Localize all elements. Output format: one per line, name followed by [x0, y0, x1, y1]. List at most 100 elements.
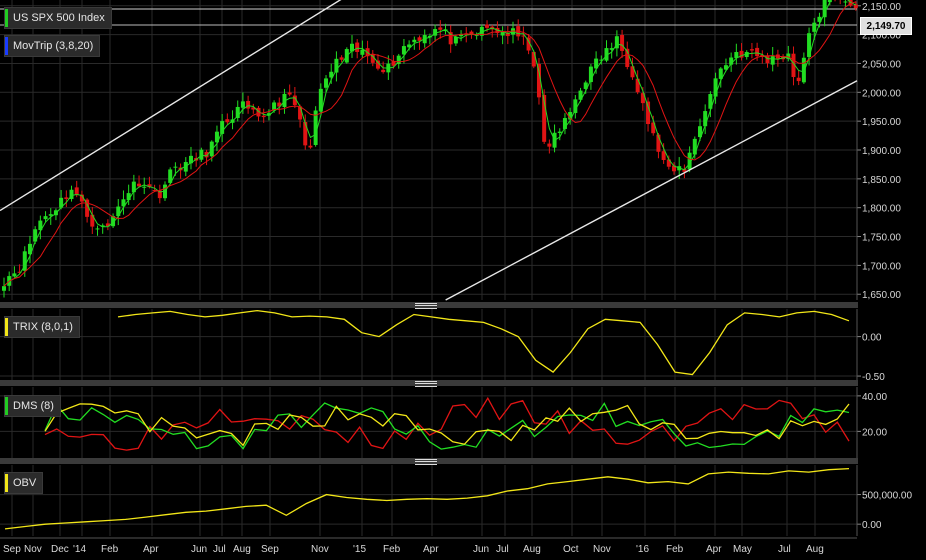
y-tick-label: 1,850.00	[862, 175, 901, 186]
stock-chart: 2,150.002,100.002,050.002,000.001,950.00…	[0, 0, 912, 555]
candle-body	[142, 186, 147, 188]
candle-body	[43, 216, 48, 220]
candle-body	[339, 57, 344, 60]
x-tick-label: Aug	[523, 544, 541, 555]
x-tick-label: Oct	[563, 544, 579, 555]
y-tick-label: 0.00	[862, 520, 882, 531]
candle-body	[261, 115, 266, 118]
candle-body	[199, 149, 204, 160]
candle-body	[557, 131, 562, 133]
obv-legend-swatch	[5, 474, 8, 492]
x-tick-label: '16	[636, 544, 649, 555]
dms-plus-line	[44, 396, 850, 451]
x-tick-label: Sep	[261, 544, 279, 555]
y-tick-label: 20.00	[862, 427, 887, 438]
candle-body	[765, 55, 770, 64]
candle-body	[298, 106, 303, 120]
x-tick-label: Jun	[473, 544, 489, 555]
candle-body	[620, 34, 625, 51]
x-tick-label: Apr	[423, 544, 439, 555]
y-tick-label: -0.50	[862, 372, 885, 383]
movtrip-legend[interactable]: MovTrip (3,8,20)	[4, 35, 101, 57]
splitter-grip-icon[interactable]	[415, 459, 437, 465]
x-tick-label: Apr	[706, 544, 722, 555]
candle-body	[646, 101, 651, 125]
y-tick-label: 1,650.00	[862, 290, 901, 301]
price-legend[interactable]: US SPX 500 Index	[4, 7, 112, 29]
candle-body	[412, 39, 417, 43]
candle-body	[531, 51, 536, 67]
y-tick-label: 2,000.00	[862, 88, 901, 99]
x-tick-label: Apr	[143, 544, 159, 555]
y-tick-label: 1,900.00	[862, 146, 901, 157]
candle-body	[438, 27, 443, 30]
x-tick-label: Jun	[191, 544, 207, 555]
candle-body	[308, 145, 313, 148]
candle-body	[453, 36, 458, 44]
candle-body	[755, 47, 760, 57]
x-tick-label: Feb	[666, 544, 684, 555]
pane-splitter-2[interactable]	[0, 380, 858, 387]
splitter-grip-icon[interactable]	[415, 381, 437, 387]
pane-splitter-3[interactable]	[0, 458, 858, 465]
x-tick-label: Feb	[383, 544, 401, 555]
x-tick-label: Jul	[496, 544, 509, 555]
candle-body	[2, 286, 6, 291]
y-tick-label: 2,050.00	[862, 59, 901, 70]
x-tick-label: Sep	[3, 544, 21, 555]
y-tick-label: 2,150.00	[862, 2, 901, 13]
x-tick-label: '15	[353, 544, 366, 555]
candle-body	[12, 273, 17, 277]
y-tick-label: 500,000.00	[862, 491, 912, 502]
x-tick-label: Nov	[24, 544, 42, 555]
x-tick-label: Aug	[233, 544, 251, 555]
y-tick-label: 40.00	[862, 392, 887, 403]
obv-line	[4, 467, 850, 530]
obv-legend[interactable]: OBV	[4, 472, 44, 494]
x-tick-label: Aug	[806, 544, 824, 555]
pane-splitter-1[interactable]	[0, 302, 858, 309]
x-tick-label: Jul	[778, 544, 791, 555]
x-tick-label: Dec	[51, 544, 69, 555]
candle-body	[822, 0, 827, 18]
dms-legend[interactable]: DMS (8)	[4, 395, 61, 417]
candle-body	[240, 101, 245, 108]
x-tick-label: Jul	[213, 544, 226, 555]
candle-body	[485, 24, 490, 28]
candle-body	[812, 22, 817, 32]
x-tick-label: '14	[73, 544, 86, 555]
candle-body	[381, 69, 386, 73]
movtrip-legend-swatch	[5, 37, 8, 55]
candle-body	[64, 197, 69, 199]
candle-body	[173, 166, 178, 168]
price-legend-swatch	[5, 9, 8, 27]
x-tick-label: May	[733, 544, 752, 555]
dms-legend-label: DMS (8)	[13, 400, 54, 412]
candle-body	[303, 121, 308, 146]
candle-body	[796, 77, 801, 82]
x-tick-label: Nov	[311, 544, 329, 555]
trix-legend[interactable]: TRIX (8,0,1)	[4, 316, 80, 338]
dms-legend-swatch	[5, 397, 8, 415]
candle-body	[287, 92, 292, 95]
candle-body	[749, 49, 754, 51]
candle-body	[355, 42, 360, 52]
candle-body	[692, 138, 697, 155]
y-tick-label: 1,750.00	[862, 233, 901, 244]
candle-body	[573, 99, 578, 114]
obv-legend-label: OBV	[13, 477, 37, 489]
candle-body	[246, 100, 251, 109]
candle-body	[324, 78, 329, 88]
candle-body	[360, 49, 365, 55]
candle-body	[801, 57, 806, 83]
trix-line	[117, 309, 850, 376]
y-tick-label: 1,700.00	[862, 261, 901, 272]
x-tick-label: Nov	[593, 544, 611, 555]
splitter-grip-icon[interactable]	[415, 303, 437, 309]
candle-body	[225, 119, 230, 123]
x-tick-label: Feb	[101, 544, 119, 555]
candle-body	[74, 187, 79, 195]
y-tick-label: 1,800.00	[862, 204, 901, 215]
trendline	[445, 80, 858, 301]
trix-legend-label: TRIX (8,0,1)	[13, 321, 73, 333]
